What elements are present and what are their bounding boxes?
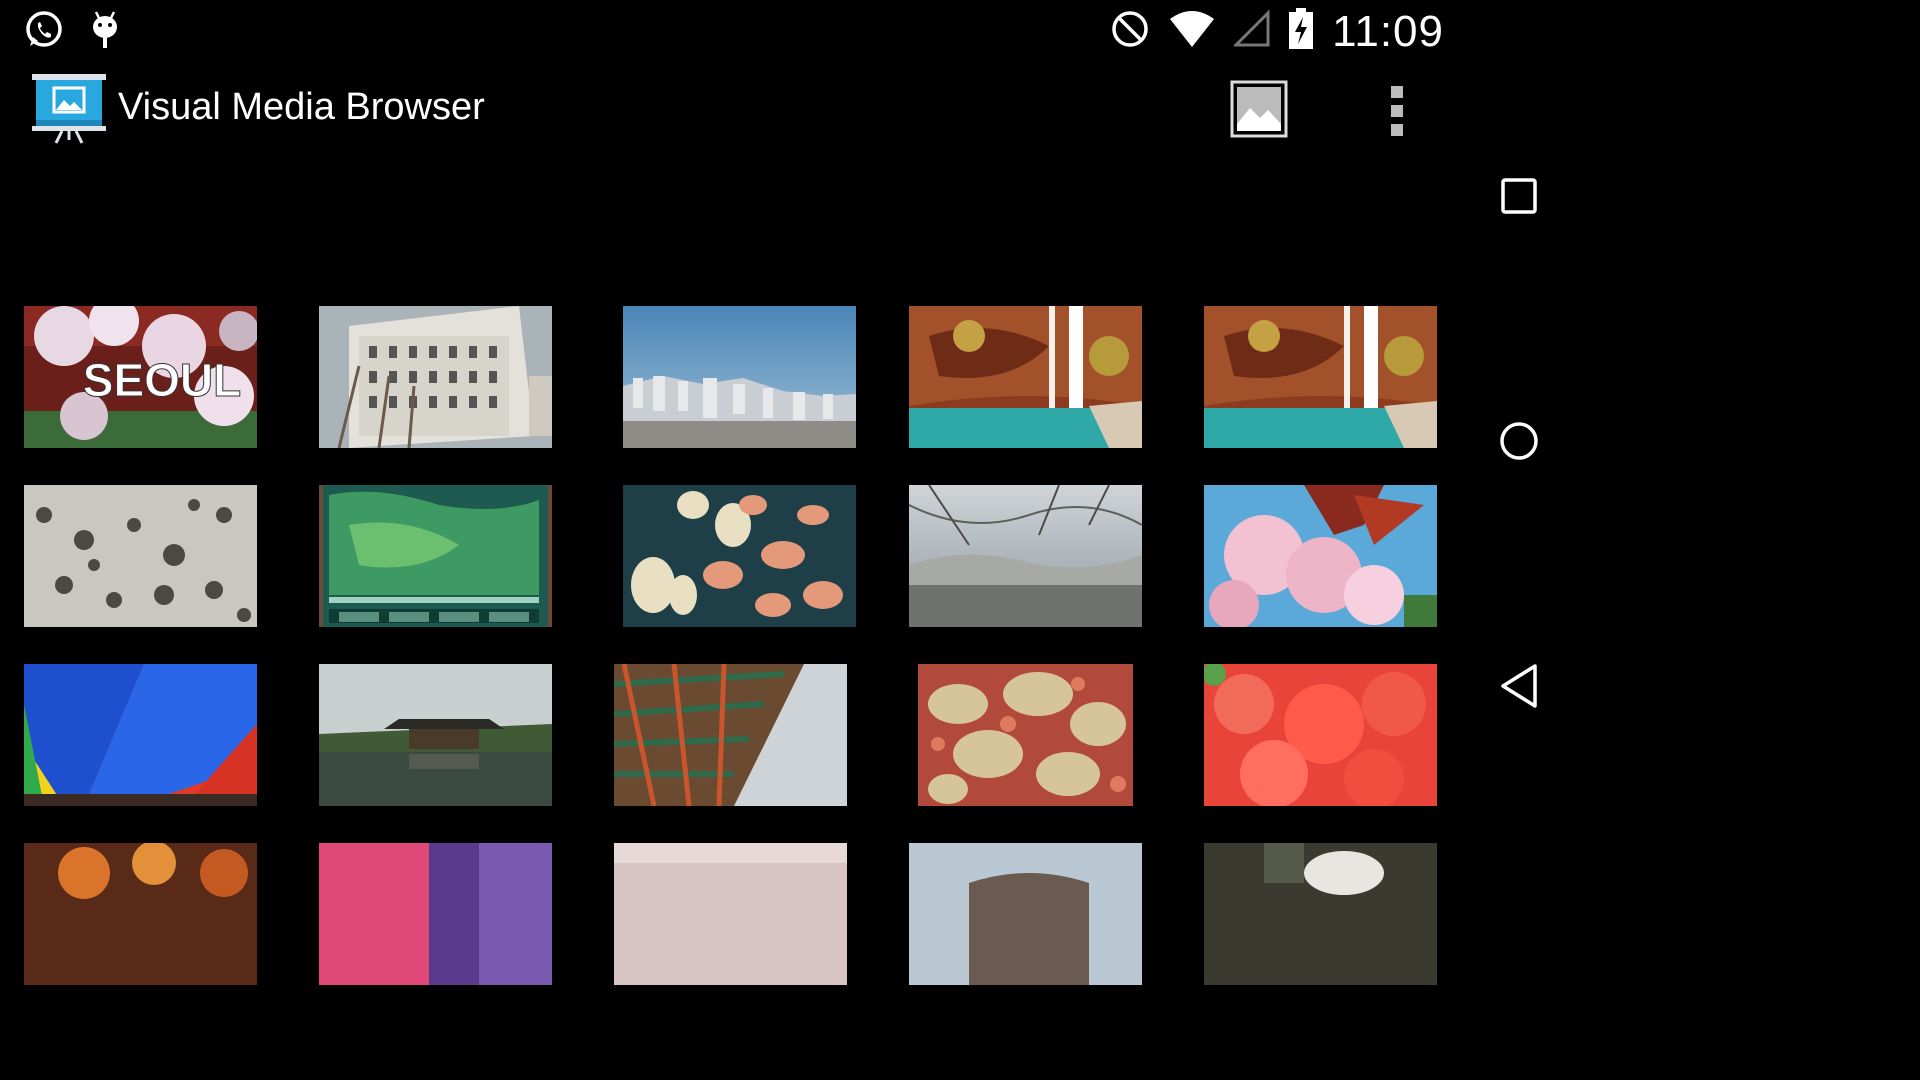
thumbnail-item[interactable] [1204,843,1437,985]
navigation-bar [1470,0,1568,882]
back-icon [1497,662,1541,715]
action-bar: Visual Media Browser [0,62,1470,162]
recents-icon [1499,176,1539,221]
whatsapp-icon [24,10,64,55]
battery-charging-icon [1288,8,1314,55]
slideshow-presentation-icon[interactable] [32,74,106,149]
thumbnail-item[interactable] [909,843,1142,985]
thumbnail-item[interactable] [918,664,1133,806]
status-clock: 11:09 [1332,6,1444,56]
cell-signal-icon [1232,9,1270,54]
thumbnail-item[interactable] [1204,485,1437,627]
recents-button[interactable] [1470,176,1568,221]
gallery-image-icon[interactable] [1230,80,1288,143]
thumbnail-item[interactable] [24,664,257,806]
thumbnail-item[interactable] [319,485,552,627]
android-debug-icon [90,10,120,55]
thumbnail-item[interactable] [319,306,552,448]
status-bar: 11:09 [0,0,1470,62]
thumbnail-item[interactable] [909,306,1142,448]
thumbnail-item[interactable] [909,485,1142,627]
back-button[interactable] [1470,662,1568,715]
thumbnail-item[interactable] [319,843,552,985]
thumbnail-caption: SEOUL [83,354,241,406]
thumbnail-item[interactable] [1204,664,1437,806]
home-button[interactable] [1470,420,1568,467]
thumbnail-item[interactable] [614,664,847,806]
app-title: Visual Media Browser [118,86,485,128]
wifi-icon [1168,9,1216,54]
thumbnail-item[interactable]: SEOUL [24,306,257,448]
thumbnail-item[interactable] [1204,306,1437,448]
thumbnail-item[interactable] [614,843,847,985]
thumbnail-item[interactable] [319,664,552,806]
do-not-disturb-icon [1110,9,1150,54]
thumbnail-item[interactable] [623,306,856,448]
overflow-menu-icon[interactable] [1388,84,1406,143]
thumbnail-item[interactable] [24,843,257,985]
thumbnail-item[interactable] [24,485,257,627]
thumbnail-item[interactable] [623,485,856,627]
home-icon [1498,420,1540,467]
